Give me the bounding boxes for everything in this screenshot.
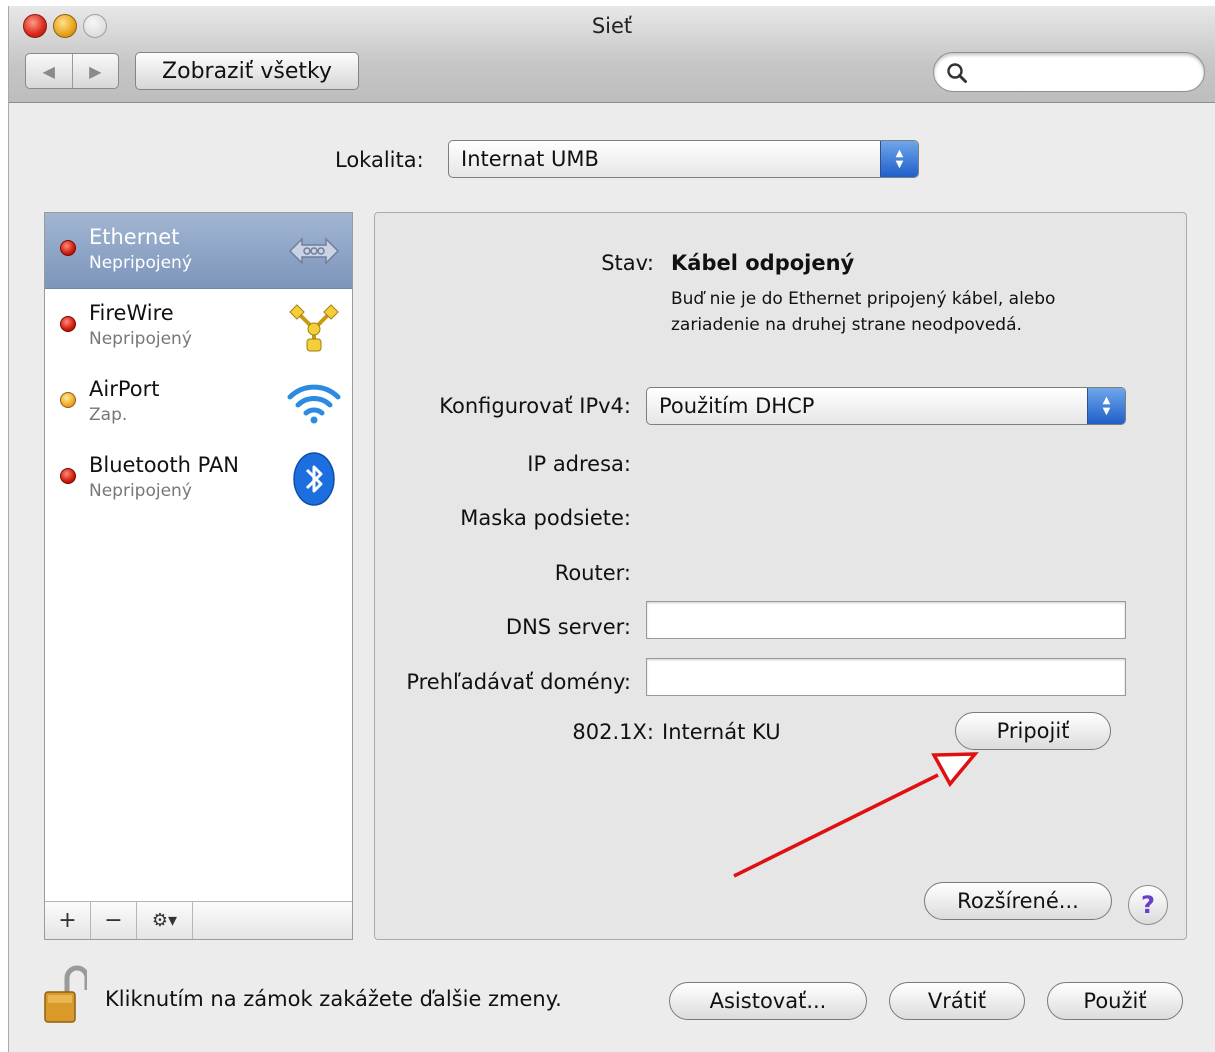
window-title: Sieť xyxy=(591,14,633,38)
location-label: Lokalita: xyxy=(335,148,424,172)
search-domains-input[interactable] xyxy=(647,659,1125,695)
configure-ipv4-label: Konfigurovať IPv4: xyxy=(439,394,631,418)
revert-button[interactable]: Vrátiť xyxy=(889,982,1025,1020)
assist-button[interactable]: Asistovať... xyxy=(669,982,867,1020)
network-preferences-window: Sieť ◀ ▶ Zobraziť všetky Lokalita: Inter… xyxy=(8,6,1215,1052)
search-icon xyxy=(947,63,967,83)
advanced-button[interactable]: Rozšírené... xyxy=(924,882,1112,920)
gear-menu-icon[interactable]: ⚙▾ xyxy=(137,902,193,939)
forward-arrow-icon[interactable]: ▶ xyxy=(71,54,119,88)
dns-server-input[interactable] xyxy=(647,602,1125,638)
service-item-ethernet[interactable]: Ethernet Nepripojený xyxy=(45,213,352,289)
popup-arrows-icon: ▲ ▼ xyxy=(880,141,918,177)
dot1x-value: Internát KU xyxy=(662,720,781,744)
popup-arrows-icon: ▲ ▼ xyxy=(1087,388,1125,424)
status-dot-red xyxy=(60,468,76,484)
configure-ipv4-popup[interactable]: Použitím DHCP ▲ ▼ xyxy=(646,387,1126,425)
service-name: Bluetooth PAN xyxy=(89,453,240,477)
status-dot-yellow xyxy=(60,392,76,408)
lock-description: Kliknutím na zámok zakážete ďalšie zmeny… xyxy=(105,987,562,1011)
status-value: Kábel odpojený xyxy=(671,251,855,275)
ethernet-icon xyxy=(288,237,340,265)
status-description-line-1: Buď nie je do Ethernet pripojený kábel, … xyxy=(671,289,1056,309)
bluetooth-icon xyxy=(293,452,335,506)
router-label: Router: xyxy=(554,561,631,585)
location-value: Internat UMB xyxy=(461,147,599,171)
service-name: Ethernet xyxy=(89,225,180,249)
ip-address-label: IP adresa: xyxy=(527,452,631,476)
search-domains-field[interactable] xyxy=(646,658,1126,696)
configure-ipv4-value: Použitím DHCP xyxy=(659,394,815,418)
service-item-airport[interactable]: AirPort Zap. xyxy=(45,365,352,441)
status-dot-red xyxy=(60,240,76,256)
service-status: Nepripojený xyxy=(89,329,192,349)
connect-button[interactable]: Pripojiť xyxy=(955,712,1111,750)
apply-button[interactable]: Použiť xyxy=(1047,982,1183,1020)
dot1x-label: 802.1X: xyxy=(572,720,654,744)
dns-server-label: DNS server: xyxy=(505,615,631,639)
service-list-controls: + − ⚙▾ xyxy=(45,901,352,939)
back-forward-control: ◀ ▶ xyxy=(25,53,119,89)
help-button[interactable]: ? xyxy=(1128,885,1168,925)
service-status: Nepripojený xyxy=(89,481,192,501)
location-popup[interactable]: Internat UMB ▲ ▼ xyxy=(448,140,919,178)
show-all-button[interactable]: Zobraziť všetky xyxy=(135,52,359,90)
status-label: Stav: xyxy=(601,251,654,275)
add-service-button[interactable]: + xyxy=(45,902,91,939)
service-name: AirPort xyxy=(89,377,160,401)
search-domains-label: Prehľadávať domény: xyxy=(406,670,631,694)
service-status: Zap. xyxy=(89,405,128,425)
search-input[interactable] xyxy=(974,59,1194,85)
status-description-line-2: zariadenie na druhej strane neodpovedá. xyxy=(671,315,1022,335)
status-dot-red xyxy=(60,316,76,332)
subnet-mask-label: Maska podsiete: xyxy=(460,506,631,530)
service-item-bluetooth-pan[interactable]: Bluetooth PAN Nepripojený xyxy=(45,441,352,517)
firewire-icon xyxy=(289,304,339,352)
wifi-icon xyxy=(287,384,341,424)
service-list: Ethernet Nepripojený FireWire Nepripojen… xyxy=(44,212,353,940)
service-name: FireWire xyxy=(89,301,174,325)
service-item-firewire[interactable]: FireWire Nepripojený xyxy=(45,289,352,365)
service-status: Nepripojený xyxy=(89,253,192,273)
search-field[interactable] xyxy=(933,52,1205,92)
unlocked-padlock-icon[interactable] xyxy=(43,964,87,1024)
remove-service-button[interactable]: − xyxy=(91,902,137,939)
dns-server-field[interactable] xyxy=(646,601,1126,639)
back-arrow-icon[interactable]: ◀ xyxy=(26,54,72,88)
toolbar: Sieť ◀ ▶ Zobraziť všetky xyxy=(9,6,1215,103)
